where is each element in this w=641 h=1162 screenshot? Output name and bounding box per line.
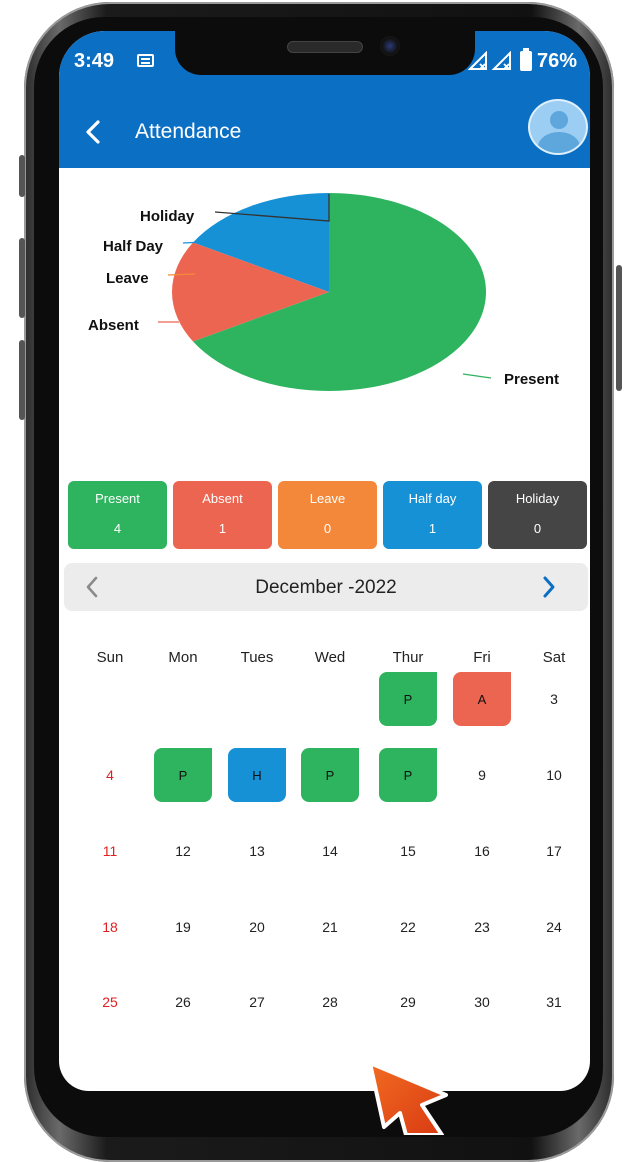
calendar-day[interactable]: 19 [154,900,212,954]
calendar-day-marked[interactable]: P [379,748,437,802]
calendar-day[interactable]: 29 [379,975,437,1029]
pie-label-absent: Absent [88,317,139,334]
side-button [19,155,25,197]
calendar-day[interactable]: 11 [81,824,139,878]
pie-label-holiday: Holiday [140,208,195,225]
stat-label: Absent [202,491,243,506]
calendar-day[interactable]: 3 [525,672,583,726]
power-button [616,265,622,391]
front-camera [380,36,400,56]
calendar-day[interactable]: 22 [379,900,437,954]
calendar-day[interactable]: 9 [453,748,511,802]
weekday-tues: Tues [240,649,274,666]
month-navigator: December -2022 [64,563,588,611]
weekday-mon: Mon [168,649,198,666]
calendar-day[interactable]: 27 [228,975,286,1029]
signal-icon [468,51,511,70]
calendar-day[interactable]: 30 [453,975,511,1029]
weekday-wed: Wed [314,649,346,666]
stat-tile-absent[interactable]: Absent 1 [173,481,272,549]
stat-label: Holiday [515,491,560,506]
calendar-day[interactable]: 23 [453,900,511,954]
stat-label: Present [95,491,140,506]
message-icon [137,54,154,67]
calendar-day-marked[interactable]: H [228,748,286,802]
calendar-day[interactable]: 26 [154,975,212,1029]
calendar-day[interactable]: 21 [301,900,359,954]
calendar-day[interactable]: 16 [453,824,511,878]
calendar-day[interactable]: 28 [301,975,359,1029]
stat-value: 0 [533,521,542,536]
status-time: 3:49 [74,50,115,72]
stat-tile-half-day[interactable]: Half day 1 [383,481,482,549]
calendar-day[interactable]: 25 [81,975,139,1029]
stat-value: 1 [428,521,437,536]
calendar-day-marked[interactable]: A [453,672,511,726]
pie-label-present: Present [504,371,559,388]
battery-percent: 76% [537,50,578,72]
chevron-left-icon[interactable] [83,119,105,145]
stat-value: 1 [218,521,227,536]
weekday-sat: Sat [542,649,566,666]
weekday-sun: Sun [96,649,124,666]
battery-icon [520,48,532,71]
stat-label: Half day [408,491,457,506]
weekday-thur: Thur [392,649,424,666]
calendar-day[interactable]: 31 [525,975,583,1029]
calendar-day[interactable]: 12 [154,824,212,878]
stat-tile-leave[interactable]: Leave 0 [278,481,377,549]
weekday-fri: Fri [473,649,491,666]
pie-leader-line [462,373,492,379]
calendar-day[interactable]: 4 [81,748,139,802]
calendar-day[interactable]: 13 [228,824,286,878]
calendar-day[interactable]: 24 [525,900,583,954]
stat-value: 4 [113,521,122,536]
stat-tile-present[interactable]: Present 4 [68,481,167,549]
calendar-day[interactable]: 17 [525,824,583,878]
calendar-day[interactable]: 15 [379,824,437,878]
pie-label-half-day: Half Day [103,238,164,255]
calendar-day[interactable]: 18 [81,900,139,954]
calendar-day-marked[interactable]: P [154,748,212,802]
stat-tile-holiday[interactable]: Holiday 0 [488,481,587,549]
volume-up-button [19,238,25,318]
cursor-arrow-icon [368,1061,448,1135]
attendance-pie-chart: Present Absent Leave Half Day Holiday [88,193,559,391]
stat-label: Leave [309,491,346,506]
month-label: December -2022 [255,577,397,598]
speaker-grille [287,41,363,53]
pie-label-leave: Leave [106,270,149,287]
phone-screen: 3:49 76% Attendance Present Absent Leave Ha… [59,31,590,1091]
chevron-right-icon[interactable] [541,575,557,599]
stat-value: 0 [323,521,332,536]
calendar-day[interactable]: 14 [301,824,359,878]
calendar-day[interactable]: 20 [228,900,286,954]
volume-down-button [19,340,25,420]
page-title: Attendance [135,120,242,143]
user-avatar-icon[interactable] [528,99,588,155]
notch [175,31,475,75]
calendar-day-marked[interactable]: P [301,748,359,802]
calendar-day-marked[interactable]: P [379,672,437,726]
calendar-day[interactable]: 10 [525,748,583,802]
